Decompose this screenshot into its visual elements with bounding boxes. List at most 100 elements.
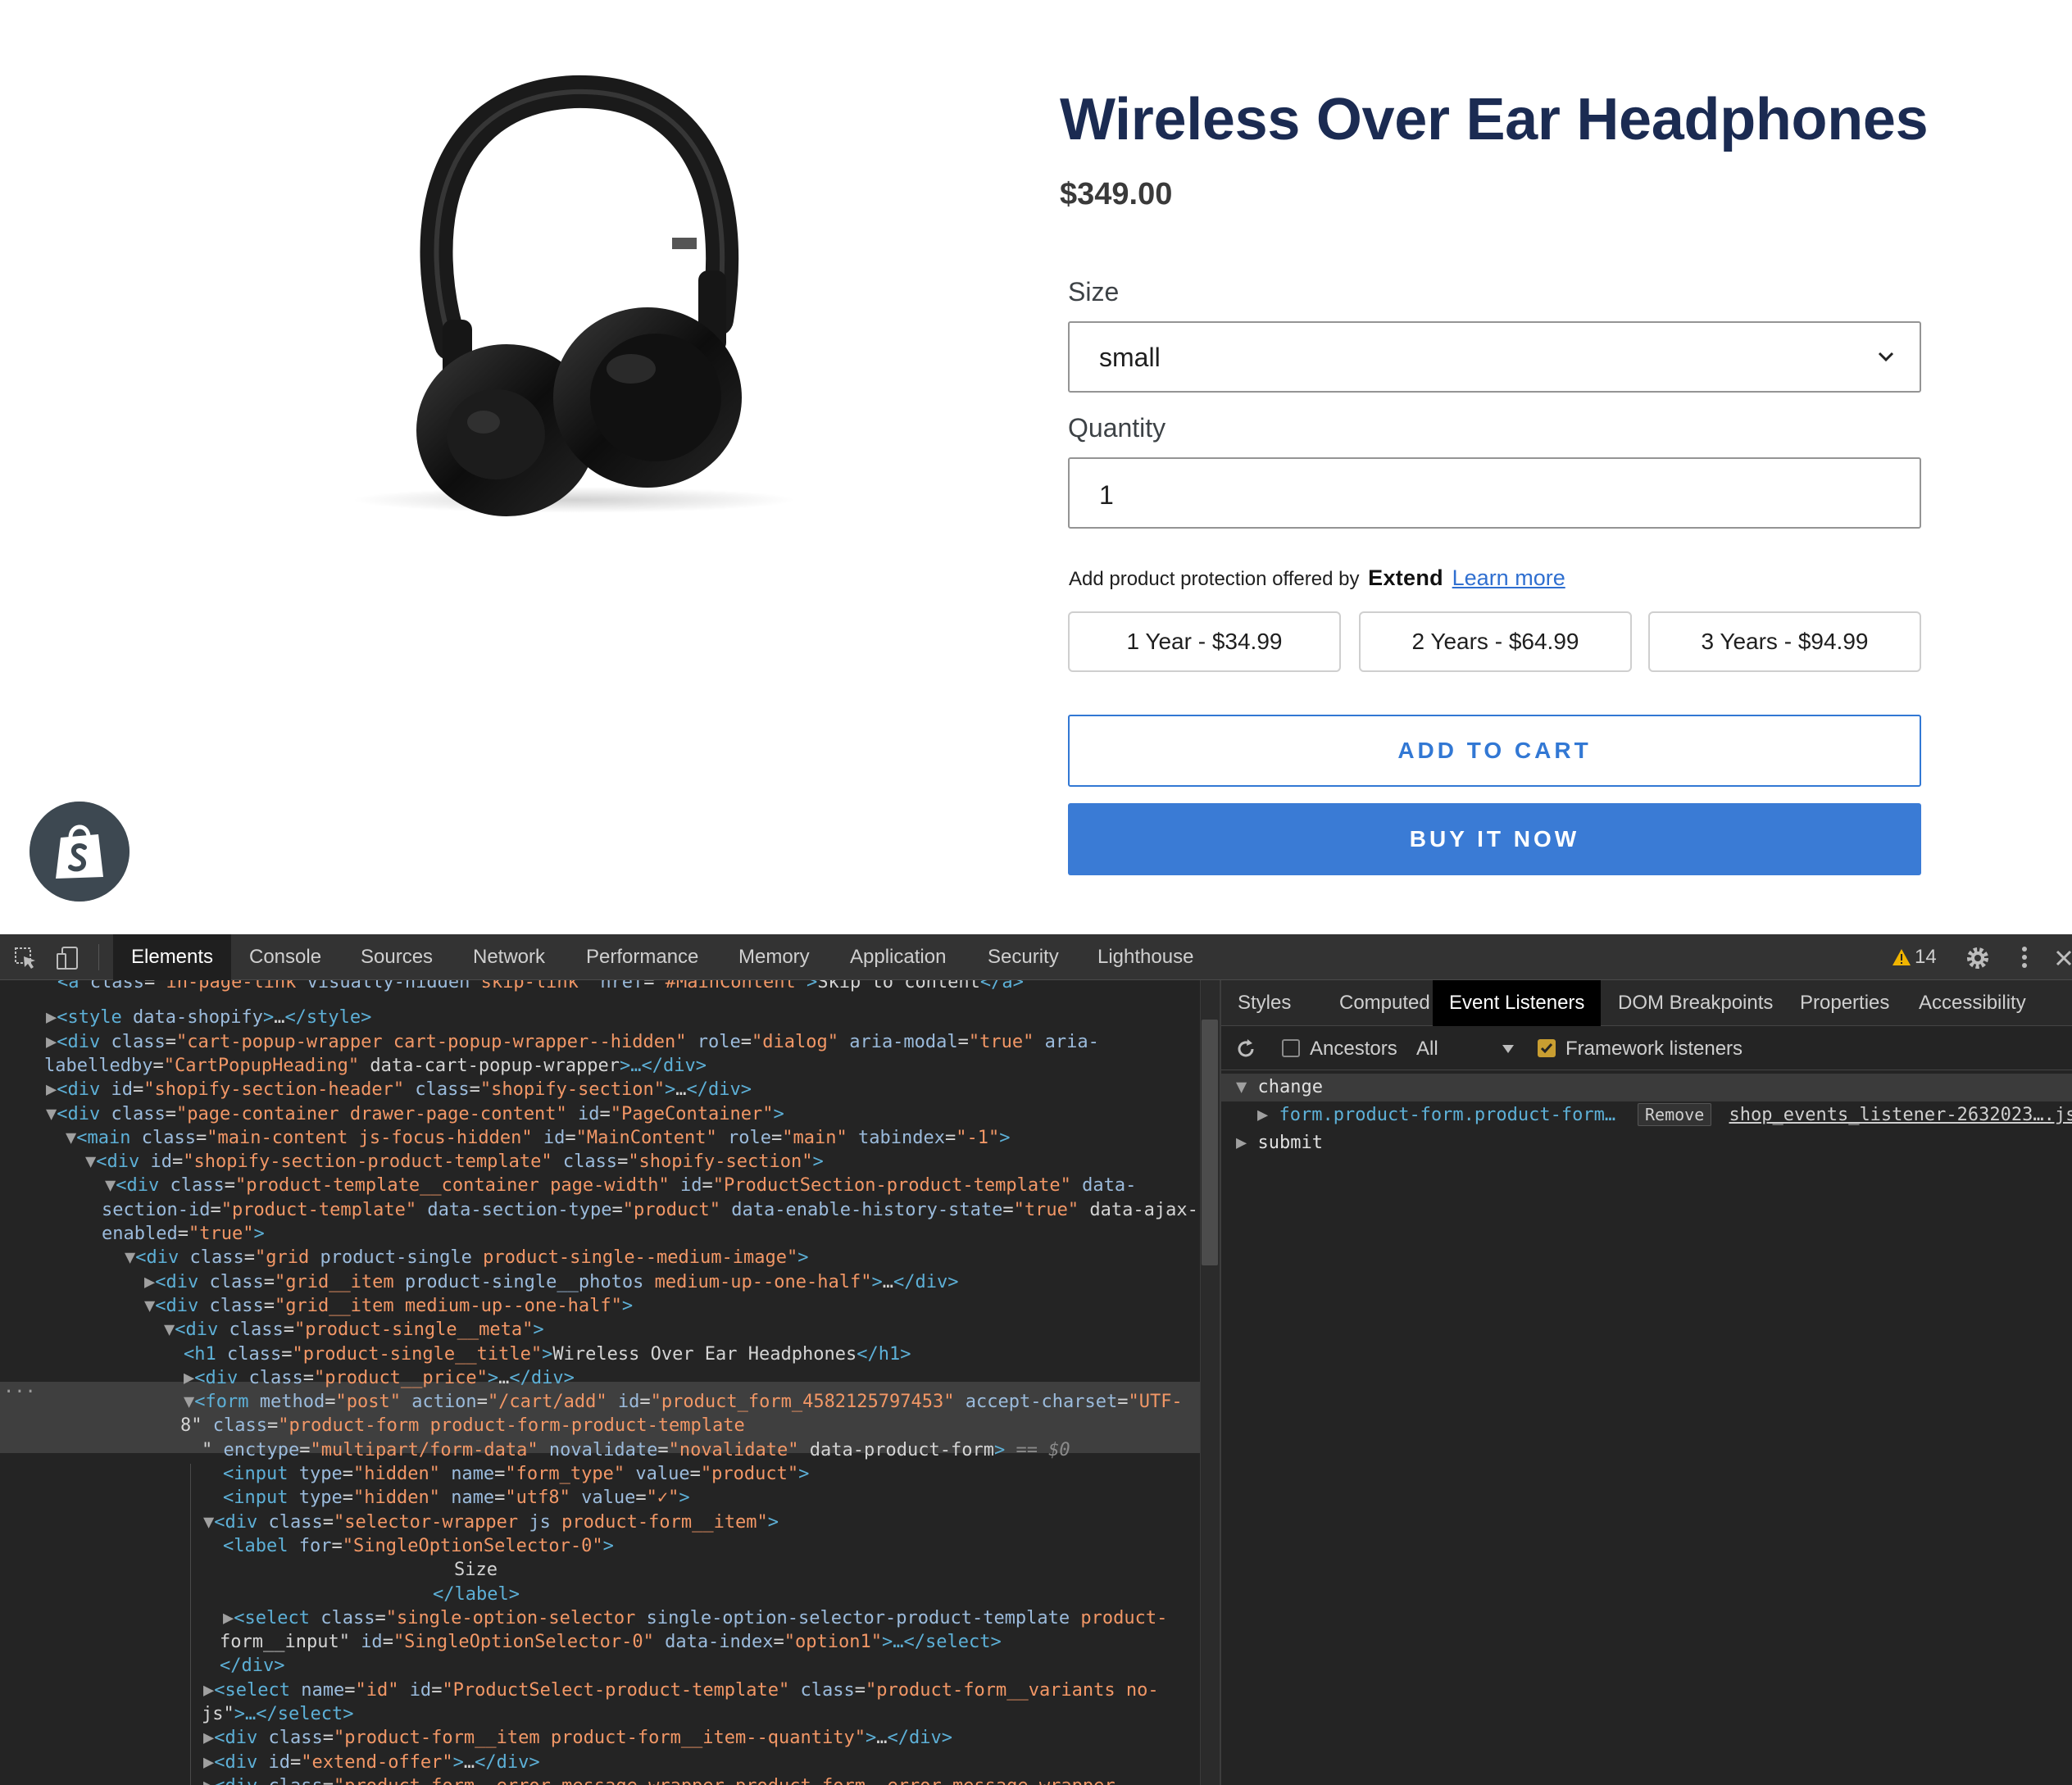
- dom-node-line[interactable]: " enctype="multipart/form-data" novalida…: [202, 1438, 1070, 1462]
- node-actions-ellipsis[interactable]: ···: [3, 1382, 36, 1402]
- inspect-icon[interactable]: [13, 946, 38, 970]
- listener-target: form.product-form.product-form…: [1279, 1105, 1616, 1125]
- dom-node-line[interactable]: ▶<div class="product__price">…</div>: [184, 1366, 575, 1390]
- dom-node-line[interactable]: ▼<div id="shopify-section-product-templa…: [85, 1150, 824, 1174]
- collapse-triangle-icon: ▶: [1257, 1105, 1269, 1125]
- warnings-indicator[interactable]: 14: [1892, 946, 1937, 969]
- tab-sources[interactable]: Sources: [343, 934, 451, 980]
- size-label: Size: [1068, 277, 1120, 307]
- event-change-row-highlight: [1221, 1074, 2072, 1101]
- dom-node-line[interactable]: ▼<div class="grid__item medium-up--one-h…: [144, 1294, 633, 1318]
- dom-node-line[interactable]: js">…</select>: [202, 1702, 353, 1726]
- dom-node-line[interactable]: labelledby="CartPopupHeading" data-cart-…: [44, 1054, 707, 1078]
- dom-node-line[interactable]: Size: [454, 1558, 498, 1582]
- product-price: $349.00: [1060, 177, 1173, 211]
- framework-listeners-checkbox[interactable]: [1538, 1039, 1556, 1057]
- more-icon[interactable]: [2016, 942, 2033, 972]
- gear-icon[interactable]: [1964, 944, 1992, 972]
- refresh-icon[interactable]: [1234, 1038, 1257, 1061]
- product-page: Wireless Over Ear Headphones $349.00 Siz…: [0, 0, 2072, 934]
- ancestors-label: Ancestors: [1310, 1038, 1397, 1060]
- filter-dropdown-icon: [1502, 1045, 1514, 1053]
- sidebar-tab-event-listeners[interactable]: Event Listeners: [1433, 980, 1602, 1026]
- tab-console[interactable]: Console: [231, 934, 339, 980]
- tab-performance[interactable]: Performance: [568, 934, 716, 980]
- device-toolbar-icon[interactable]: [56, 946, 80, 970]
- event-listeners-toolbar: Ancestors All Framework listeners: [1221, 1026, 2072, 1070]
- add-to-cart-button[interactable]: ADD TO CART: [1068, 715, 1921, 787]
- dom-node-line[interactable]: ▶<select class="single-option-selector s…: [223, 1606, 1167, 1630]
- dom-node-line[interactable]: ▼<main class="main-content js-focus-hidd…: [66, 1126, 1010, 1150]
- size-select[interactable]: small: [1068, 321, 1921, 393]
- expand-triangle-icon: ▼: [1236, 1077, 1247, 1097]
- dom-node-line[interactable]: ▼<form method="post" action="/cart/add" …: [184, 1390, 1183, 1414]
- dom-node-line[interactable]: section-id="product-template" data-secti…: [102, 1198, 1198, 1222]
- sidebar-tab-dom-breakpoints[interactable]: DOM Breakpoints: [1602, 980, 1789, 1026]
- dom-node-line[interactable]: ▶<div class="product-form__error-message…: [203, 1774, 1137, 1785]
- sidebar-tab-properties[interactable]: Properties: [1783, 980, 1906, 1026]
- sidebar-tab-computed[interactable]: Computed: [1323, 980, 1447, 1026]
- elements-scroll-thumb[interactable]: [1202, 1020, 1218, 1265]
- dom-node-line[interactable]: form__input" id="SingleOptionSelector-0"…: [220, 1630, 1002, 1654]
- dom-node-line[interactable]: ▶<div class="grid__item product-single__…: [144, 1270, 958, 1294]
- dom-node-line[interactable]: ▼<div class="selector-wrapper js product…: [203, 1510, 779, 1534]
- event-name: change: [1257, 1077, 1323, 1097]
- event-change[interactable]: ▼ change: [1236, 1075, 1323, 1100]
- learn-more-link[interactable]: Learn more: [1452, 565, 1565, 590]
- dom-node-line[interactable]: ▶<div class="cart-popup-wrapper cart-pop…: [46, 1030, 1099, 1054]
- tab-memory[interactable]: Memory: [720, 934, 828, 980]
- event-submit[interactable]: ▶ submit: [1236, 1131, 1323, 1156]
- listener-filter-select[interactable]: All: [1416, 1038, 1438, 1061]
- dom-node-line[interactable]: <input type="hidden" name="utf8" value="…: [223, 1486, 690, 1510]
- product-image[interactable]: [328, 74, 820, 533]
- devtools-panel: Elements Console Sources Network Perform…: [0, 934, 2072, 1785]
- dom-node-line[interactable]: <input type="hidden" name="form_type" va…: [223, 1462, 809, 1486]
- dom-node-line[interactable]: ▶<select name="id" id="ProductSelect-pro…: [203, 1678, 1159, 1702]
- size-select-value: small: [1099, 343, 1161, 372]
- listener-source-link[interactable]: shop_events_listener-2632023….js: [1729, 1105, 2072, 1125]
- warning-icon: [1893, 949, 1911, 965]
- dom-node-line[interactable]: 8" class="product-form product-form-prod…: [180, 1414, 745, 1438]
- dom-node-line[interactable]: <label for="SingleOptionSelector-0">: [223, 1534, 614, 1558]
- event-name: submit: [1257, 1133, 1323, 1153]
- plan-3-years-button[interactable]: 3 Years - $94.99: [1648, 611, 1921, 672]
- quantity-label: Quantity: [1068, 413, 1166, 443]
- tab-application[interactable]: Application: [832, 934, 964, 980]
- dom-node-line[interactable]: ▶<div id="shopify-section-header" class=…: [46, 1078, 752, 1101]
- dom-node-line[interactable]: ▶<div id="extend-offer">…</div>: [203, 1751, 540, 1774]
- extend-logo: Extend: [1368, 565, 1443, 590]
- protection-text: Add product protection offered by: [1069, 568, 1360, 590]
- tab-network[interactable]: Network: [455, 934, 563, 980]
- plan-2-years-button[interactable]: 2 Years - $64.99: [1359, 611, 1632, 672]
- tab-lighthouse[interactable]: Lighthouse: [1079, 934, 1211, 980]
- dom-node-line[interactable]: ▼<div class="grid product-single product…: [125, 1246, 809, 1269]
- tab-elements[interactable]: Elements: [113, 934, 232, 980]
- remove-listener-button[interactable]: Remove: [1638, 1103, 1712, 1126]
- dom-node-line[interactable]: <a class="in-page-link visually-hidden s…: [57, 980, 1024, 994]
- warning-count: 14: [1915, 946, 1937, 968]
- dom-node-line[interactable]: </div>: [220, 1654, 284, 1678]
- dom-node-line[interactable]: ▶<style data-shopify>…</style>: [46, 1006, 371, 1029]
- dom-node-line[interactable]: <h1 class="product-single__title">Wirele…: [184, 1342, 911, 1366]
- dom-node-line[interactable]: </label>: [433, 1583, 520, 1606]
- dom-node-line[interactable]: ▼<div class="page-container drawer-page-…: [46, 1102, 784, 1126]
- shopify-icon[interactable]: [30, 802, 130, 902]
- quantity-input[interactable]: 1: [1068, 457, 1921, 529]
- dom-node-line[interactable]: ▼<div class="product-template__container…: [105, 1174, 1136, 1197]
- dom-node-line[interactable]: enabled="true">: [102, 1222, 265, 1246]
- elements-tree[interactable]: ··· <a class="in-page-link visually-hidd…: [0, 980, 1200, 1785]
- plan-1-year-button[interactable]: 1 Year - $34.99: [1068, 611, 1341, 672]
- buy-now-button[interactable]: BUY IT NOW: [1068, 803, 1921, 875]
- event-listener-entry[interactable]: ▶ form.product-form.product-form…: [1257, 1103, 1615, 1128]
- tab-security[interactable]: Security: [970, 934, 1077, 980]
- quantity-value: 1: [1099, 480, 1114, 510]
- sidebar-tab-accessibility[interactable]: Accessibility: [1902, 980, 2042, 1026]
- sidebar-tab-styles[interactable]: Styles: [1221, 980, 1307, 1026]
- collapse-triangle-icon: ▶: [1236, 1133, 1247, 1153]
- ancestors-checkbox[interactable]: [1282, 1039, 1300, 1057]
- dom-node-line[interactable]: ▼<div class="product-single__meta">: [164, 1318, 544, 1342]
- devtools-tabbar: Elements Console Sources Network Perform…: [0, 934, 2072, 980]
- product-title: Wireless Over Ear Headphones: [1060, 87, 1929, 152]
- dom-node-line[interactable]: ▶<div class="product-form__item product-…: [203, 1726, 952, 1750]
- close-icon[interactable]: [2054, 946, 2072, 970]
